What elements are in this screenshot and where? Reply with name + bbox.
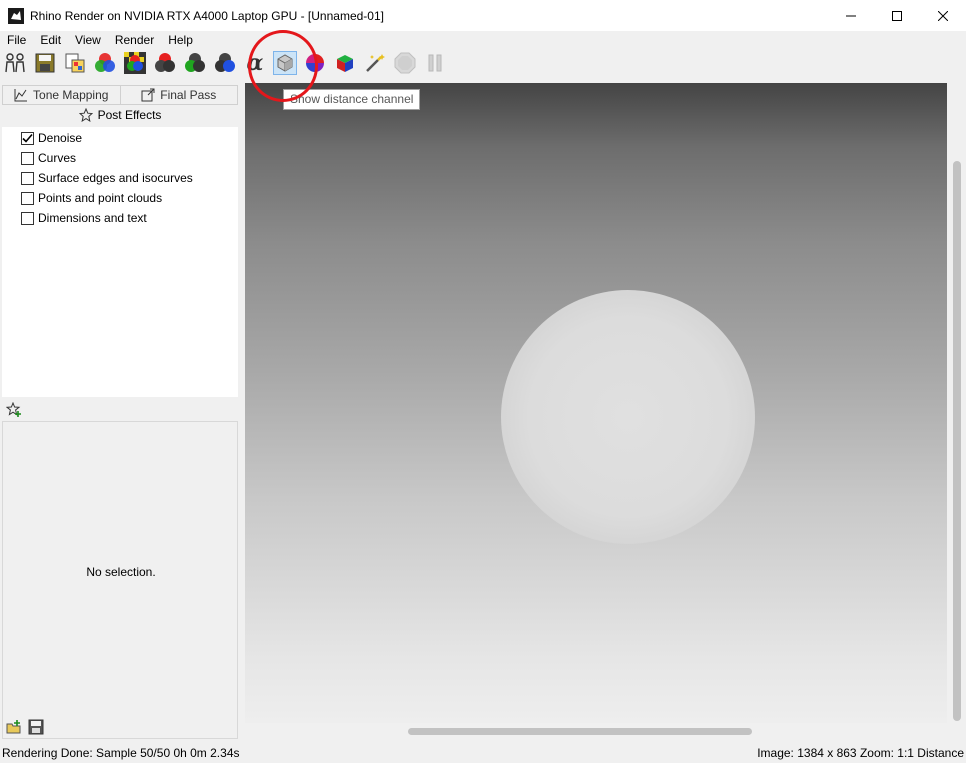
green-channel-icon [185, 53, 205, 72]
effect-denoise-checkbox[interactable] [21, 131, 34, 145]
close-button[interactable] [920, 0, 966, 31]
window-title: Rhino Render on NVIDIA RTX A4000 Laptop … [30, 8, 384, 23]
rhino-app-icon [8, 7, 24, 24]
tab-final-pass-label: Final Pass [160, 88, 217, 102]
pause-button[interactable] [423, 51, 447, 75]
effect-denoise[interactable]: Denoise [21, 129, 82, 147]
checkmark-icon [22, 133, 33, 143]
title-bar: Rhino Render on NVIDIA RTX A4000 Laptop … [0, 0, 966, 31]
effect-surface-edges-checkbox[interactable] [21, 171, 34, 185]
panel-bottom-toolbar [6, 719, 44, 735]
effect-label: Surface edges and isocurves [38, 171, 193, 185]
rendered-sphere [501, 290, 755, 544]
stop-button[interactable] [393, 51, 417, 75]
menu-render[interactable]: Render [108, 31, 161, 49]
star-icon [78, 108, 93, 122]
blue-channel-button[interactable] [213, 51, 237, 75]
rgb-channel-icon [95, 53, 115, 72]
vertical-scroll-thumb[interactable] [953, 161, 961, 721]
toolbar: α [0, 49, 966, 79]
menu-help[interactable]: Help [161, 31, 200, 49]
effect-points-checkbox[interactable] [21, 191, 34, 205]
minimize-icon [846, 15, 856, 16]
menu-edit[interactable]: Edit [33, 31, 68, 49]
menu-view[interactable]: View [68, 31, 108, 49]
effect-surface-edges[interactable]: Surface edges and isocurves [21, 169, 193, 187]
effect-curves-checkbox[interactable] [21, 151, 34, 165]
magic-wand-icon [366, 54, 385, 72]
effect-dimensions[interactable]: Dimensions and text [21, 209, 147, 227]
image-info: Image: 1384 x 863 Zoom: 1:1 Distance [757, 746, 964, 760]
tab-tone-mapping[interactable]: Tone Mapping [2, 85, 121, 105]
menu-file[interactable]: File [0, 31, 33, 49]
menu-bar: File Edit View Render Help [0, 31, 200, 49]
cube-channel-icon [337, 55, 353, 72]
effect-label: Denoise [38, 131, 83, 145]
maximize-button[interactable] [874, 0, 920, 31]
image-button[interactable] [63, 51, 87, 75]
save-icon [35, 53, 55, 73]
effect-settings-area: No selection. [2, 421, 238, 739]
compare-button[interactable] [3, 51, 27, 75]
horizontal-scroll-thumb[interactable] [408, 728, 752, 735]
effect-label: Points and point clouds [38, 191, 163, 205]
save-button[interactable] [33, 51, 57, 75]
effect-label: Dimensions and text [38, 211, 147, 225]
maximize-icon [892, 10, 902, 21]
pause-icon [428, 54, 442, 72]
add-effect-icon[interactable] [6, 402, 22, 418]
open-folder-icon[interactable] [6, 719, 22, 735]
minimize-button[interactable] [828, 0, 874, 31]
tab-tone-mapping-label: Tone Mapping [33, 88, 109, 102]
red-channel-icon [155, 53, 175, 72]
horizontal-scrollbar[interactable] [245, 725, 947, 737]
close-icon [938, 10, 948, 21]
post-effects-title: Post Effects [97, 108, 162, 122]
render-viewport [245, 83, 966, 741]
rgb-checker-icon [124, 52, 146, 74]
panel-tabs: Tone Mapping Final Pass [2, 85, 238, 105]
render-status: Rendering Done: Sample 50/50 0h 0m 2.34s [2, 746, 240, 760]
magic-wand-button[interactable] [363, 51, 387, 75]
tab-post-effects[interactable]: Post Effects [2, 105, 238, 125]
stop-icon [394, 52, 416, 74]
render-image[interactable] [245, 83, 947, 723]
blue-channel-icon [215, 53, 235, 72]
status-bar: Rendering Done: Sample 50/50 0h 0m 2.34s… [0, 743, 966, 763]
rgb-checker-button[interactable] [123, 51, 147, 75]
no-selection-text: No selection. [86, 565, 156, 579]
post-effects-list: Denoise Curves Surface edges and isocurv… [2, 127, 238, 397]
annotation-circle [248, 30, 318, 102]
green-channel-button[interactable] [183, 51, 207, 75]
rgb-channel-button[interactable] [93, 51, 117, 75]
red-channel-button[interactable] [153, 51, 177, 75]
vertical-scrollbar[interactable] [950, 83, 962, 723]
effect-points[interactable]: Points and point clouds [21, 189, 162, 207]
image-icon [65, 53, 85, 73]
left-panel: Tone Mapping Final Pass Post Effects Den… [0, 83, 241, 741]
cube-channel-button[interactable] [333, 51, 357, 75]
save-small-icon[interactable] [28, 719, 44, 735]
final-pass-icon [141, 88, 155, 102]
effect-dimensions-checkbox[interactable] [21, 211, 34, 225]
effect-label: Curves [38, 151, 77, 165]
tone-mapping-icon [14, 89, 28, 102]
compare-icon [5, 53, 25, 73]
effect-curves[interactable]: Curves [21, 149, 76, 167]
tab-final-pass[interactable]: Final Pass [120, 85, 238, 105]
